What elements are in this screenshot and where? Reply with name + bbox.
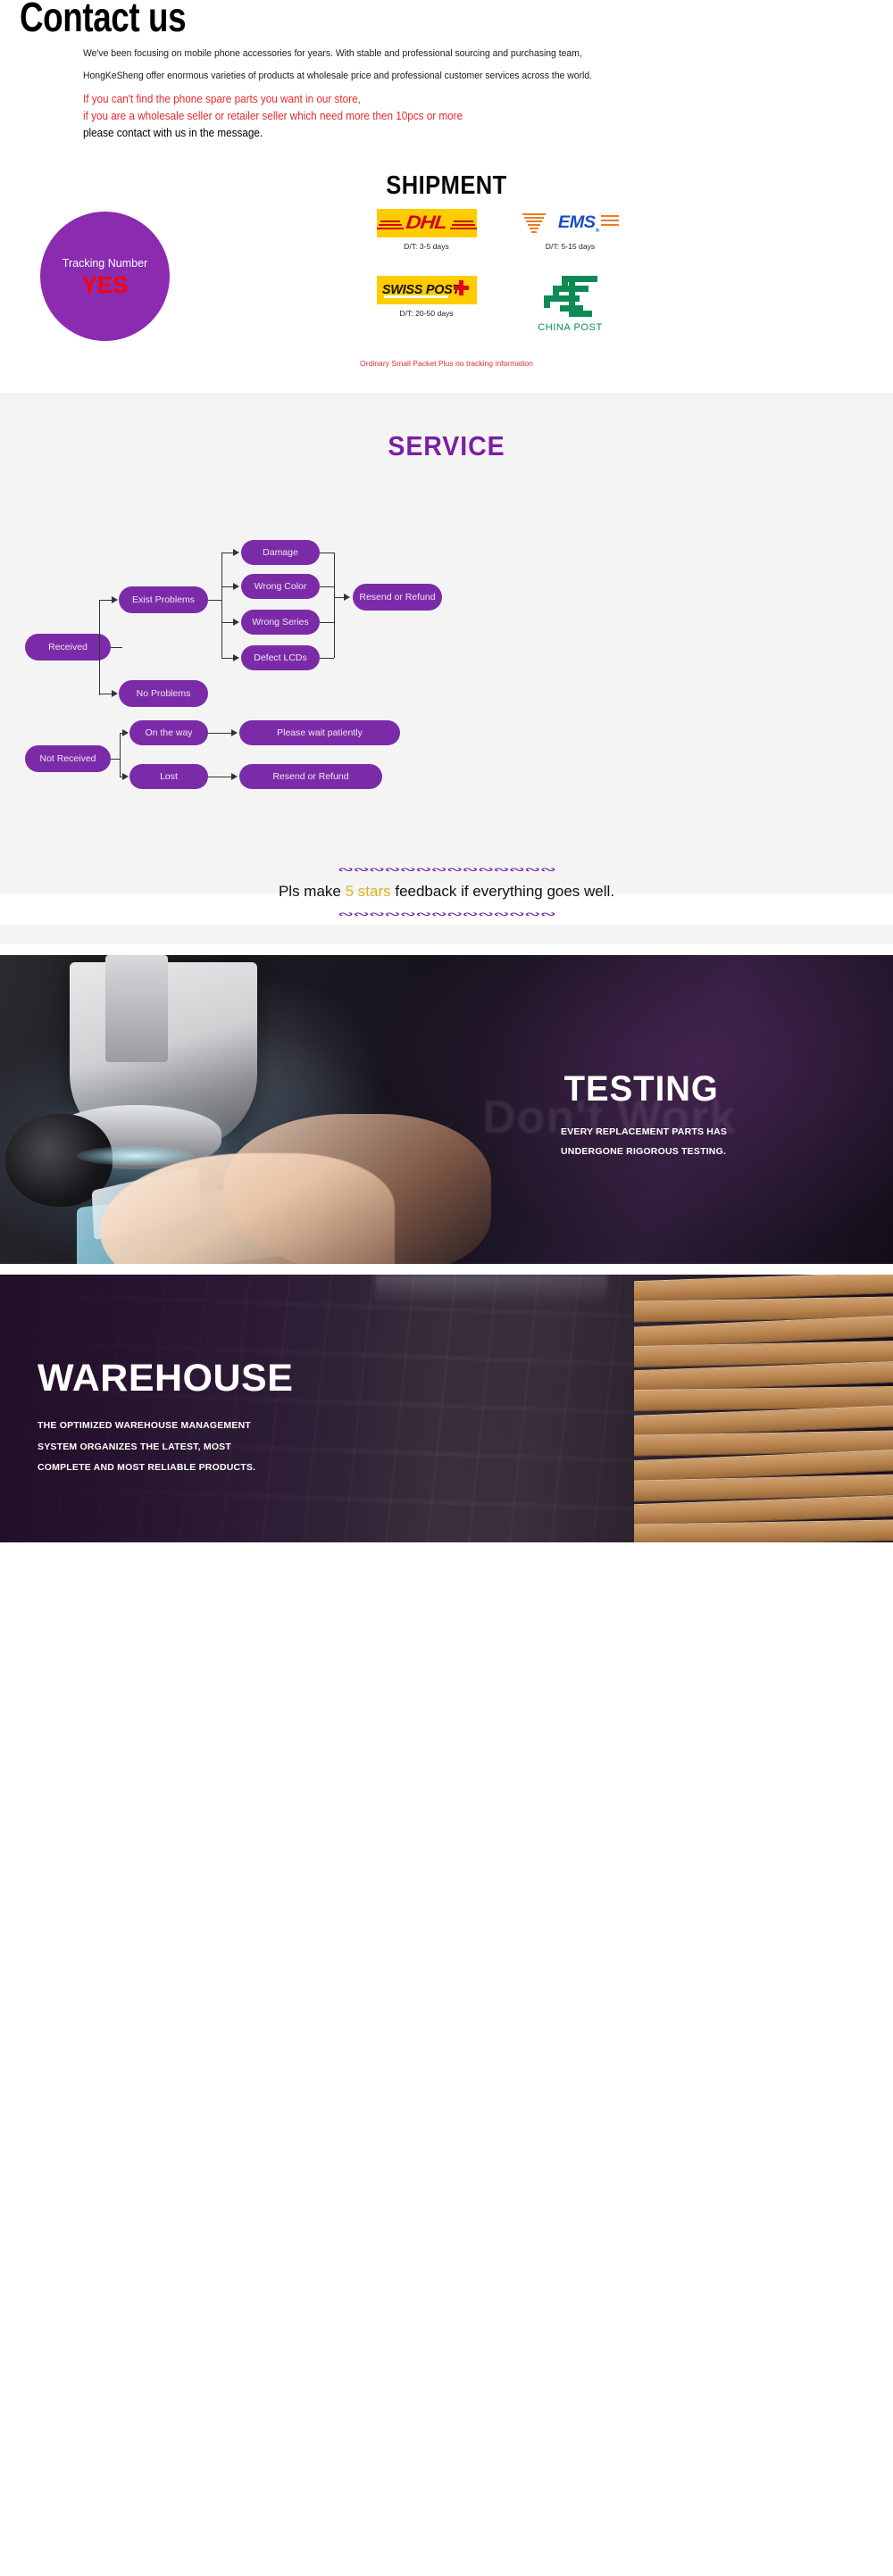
- feedback-prefix: Pls make: [278, 883, 346, 900]
- testing-section: Don't Work TESTING EVERY REPLACEMENT PAR…: [0, 955, 893, 1264]
- shipment-section: SHIPMENT Tracking Number YES DHL D/T: 3-…: [0, 161, 893, 393]
- swiss-post-logo-icon: SWISS POST: [376, 276, 477, 304]
- carrier-china-post: CHINA POST: [519, 276, 622, 333]
- testing-subtext-line-2: UNDERGONE RIGOROUS TESTING.: [561, 1145, 727, 1157]
- china-post-wordmark: CHINA POST: [538, 322, 603, 333]
- service-flowchart: Received Exist Problems No Problems Dama…: [0, 478, 893, 853]
- tracking-number-value: YES: [81, 270, 129, 298]
- no-tracking-note: Ordinary Small Packet Plus no tracking i…: [360, 359, 533, 368]
- testing-photo: Don't Work TESTING EVERY REPLACEMENT PAR…: [0, 955, 893, 1264]
- service-title: SERVICE: [388, 430, 505, 461]
- warehouse-subtext-line-1: THE OPTIMIZED WAREHOUSE MANAGEMENT: [38, 1420, 251, 1431]
- carrier-row-2: SWISS POST D/T: 20-50 days CHINA POST: [375, 276, 643, 333]
- flow-node-no-problems: No Problems: [119, 680, 208, 707]
- flow-node-not-received: Not Received: [25, 745, 111, 772]
- feedback-stars-highlight: 5 stars: [345, 883, 391, 900]
- tracking-number-badge: Tracking Number YES: [40, 212, 170, 341]
- product-description-page: Contact us We've been focusing on mobile…: [0, 0, 893, 1542]
- contact-black-line: please contact with us in the message.: [83, 126, 263, 139]
- testing-subtext: EVERY REPLACEMENT PARTS HAS UNDERGONE RI…: [561, 1123, 855, 1161]
- warehouse-photo: WAREHOUSE THE OPTIMIZED WAREHOUSE MANAGE…: [0, 1275, 893, 1542]
- dhl-delivery-time: D/T: 3-5 days: [404, 242, 449, 251]
- service-section: SERVICE Received Exist Problems No Probl…: [0, 393, 893, 944]
- flow-node-defect-lcds: Defect LCDs: [241, 645, 320, 670]
- swiss-post-delivery-time: D/T: 20-50 days: [399, 309, 454, 318]
- flow-node-wrong-color: Wrong Color: [241, 574, 320, 599]
- shipment-title: SHIPMENT: [386, 171, 507, 200]
- china-post-logo-icon: [542, 276, 599, 320]
- carton-box-stack: [634, 1275, 893, 1542]
- microscope-arm: [105, 955, 168, 1062]
- carrier-swiss-post: SWISS POST D/T: 20-50 days: [375, 276, 478, 333]
- flow-node-exist-problems: Exist Problems: [119, 586, 208, 613]
- carrier-dhl: DHL D/T: 3-5 days: [375, 209, 478, 251]
- tracking-number-label: Tracking Number: [62, 256, 148, 270]
- ems-delivery-time: D/T: 5-15 days: [545, 242, 596, 251]
- feedback-suffix: feedback if everything goes well.: [390, 883, 615, 900]
- contact-body: We've been focusing on mobile phone acce…: [83, 48, 824, 139]
- warehouse-section: WAREHOUSE THE OPTIMIZED WAREHOUSE MANAGE…: [0, 1275, 893, 1542]
- contact-red-line-1: If you can't find the phone spare parts …: [83, 93, 361, 106]
- flow-node-on-the-way: On the way: [129, 720, 208, 745]
- contact-paragraph-1: We've been focusing on mobile phone acce…: [83, 48, 582, 59]
- contact-red-line-2: if you are a wholesale seller or retaile…: [83, 110, 463, 122]
- ems-logo-icon: EMS®: [520, 209, 621, 237]
- contact-section: Contact us We've been focusing on mobile…: [0, 0, 893, 161]
- ornament-top: ∾∾∾∾∾∾∾∾∾∾∾∾∾∾: [337, 862, 556, 876]
- feedback-message: Pls make 5 stars feedback if everything …: [0, 880, 893, 905]
- page-title: Contact us: [20, 0, 187, 40]
- flow-node-resend-or-refund: Resend or Refund: [353, 584, 442, 611]
- technician-hand: [100, 1153, 395, 1264]
- ornament-bottom: ∾∾∾∾∾∾∾∾∾∾∾∾∾∾: [0, 905, 893, 925]
- flow-node-wrong-series: Wrong Series: [241, 610, 320, 635]
- feedback-block: ∾∾∾∾∾∾∾∾∾∾∾∾∾∾ Pls make 5 stars feedback…: [0, 853, 893, 937]
- warehouse-subtext-line-3: COMPLETE AND MOST RELIABLE PRODUCTS.: [38, 1462, 256, 1474]
- flow-node-please-wait: Please wait patiently: [239, 720, 400, 745]
- warehouse-subtext-line-2: SYSTEM ORGANIZES THE LATEST, MOST: [38, 1441, 231, 1452]
- flow-node-damage: Damage: [241, 540, 320, 565]
- testing-subtext-line-1: EVERY REPLACEMENT PARTS HAS: [561, 1126, 728, 1137]
- testing-heading: TESTING: [563, 1069, 719, 1109]
- section-gap-1: [0, 944, 893, 955]
- carrier-logo-grid: DHL D/T: 3-5 days EMS® D/T: 5-15 days SW…: [375, 209, 643, 333]
- flow-node-resend-or-refund-2: Resend or Refund: [239, 764, 382, 789]
- contact-paragraph-2: HongKeSheng offer enormous varieties of …: [83, 71, 593, 82]
- flow-node-lost: Lost: [129, 764, 208, 789]
- carrier-row-1: DHL D/T: 3-5 days EMS® D/T: 5-15 days: [375, 209, 643, 251]
- carrier-ems: EMS® D/T: 5-15 days: [519, 209, 622, 251]
- warehouse-heading: WAREHOUSE: [38, 1357, 294, 1400]
- warehouse-subtext: THE OPTIMIZED WAREHOUSE MANAGEMENT SYSTE…: [38, 1416, 395, 1479]
- dhl-logo-icon: DHL: [376, 209, 477, 237]
- section-gap-2: [0, 1264, 893, 1275]
- flow-node-received: Received: [25, 634, 111, 661]
